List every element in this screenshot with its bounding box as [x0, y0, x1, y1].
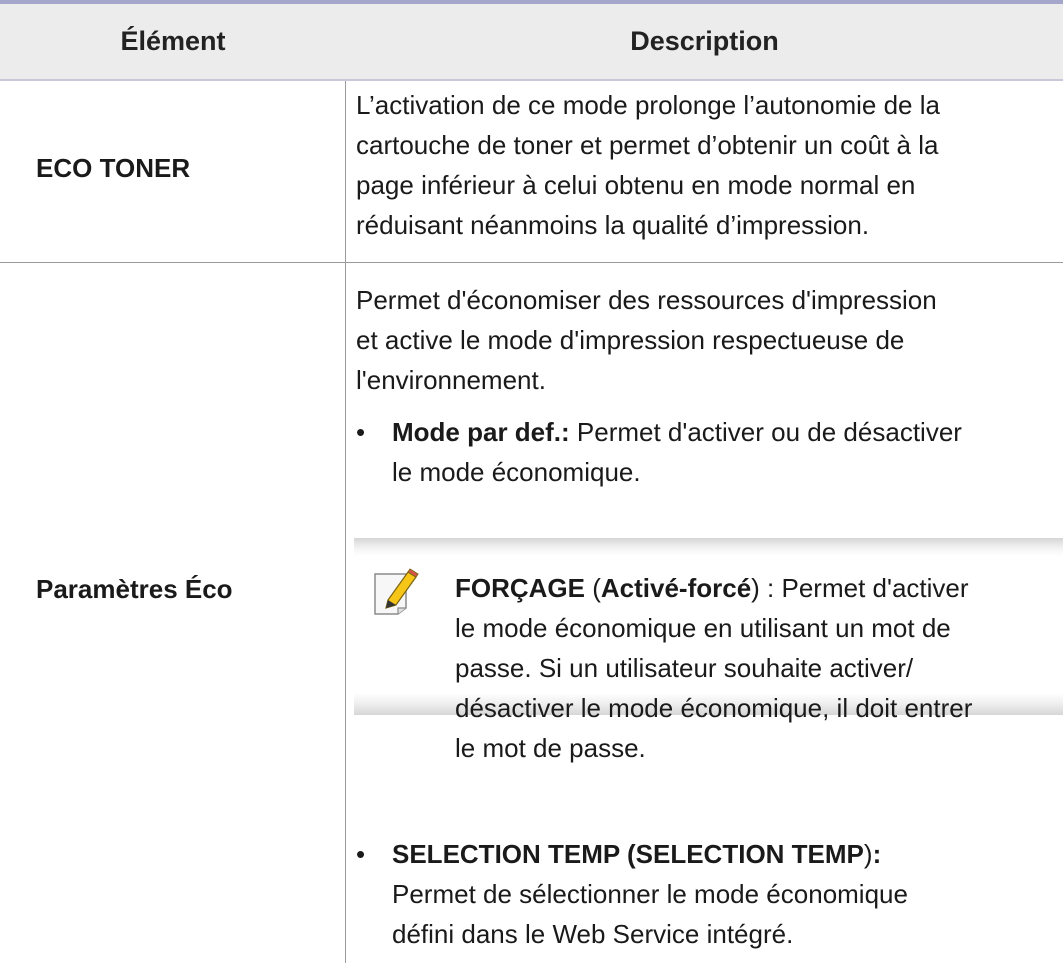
header-element: Élément: [120, 26, 226, 56]
bullet-marker: •: [356, 839, 366, 869]
note-text: FORÇAGE (Activé-forcé) : Permet d'active…: [455, 568, 1060, 768]
description-line: l'environnement.: [356, 365, 546, 395]
note-text-fragment: (: [585, 573, 601, 603]
row-eco-toner-label: ECO TONER: [36, 153, 191, 183]
row-eco-settings-intro: Permet d'économiser des ressources d'imp…: [356, 280, 1046, 400]
table-header: Élément Description: [0, 4, 1063, 79]
bullet-text: SELECTION TEMP (SELECTION TEMP): Permet …: [392, 834, 1056, 954]
description-line: et active le mode d'impression respectue…: [356, 325, 905, 355]
bullet-text-line: le mode économique.: [392, 457, 641, 487]
bullet-colon: :: [872, 839, 882, 869]
note-bold-active-force: Activé-forcé: [600, 573, 752, 603]
bullet-text-line: Permet d'activer ou de désactiver: [569, 417, 962, 447]
bullet-mode-par-def: • Mode par def.: Permet d'activer ou de …: [356, 412, 1056, 492]
column-divider: [345, 81, 346, 963]
note-line: le mot de passe.: [455, 733, 646, 763]
header-rule: [0, 79, 1063, 81]
note-bold-forcage: FORÇAGE: [455, 573, 585, 603]
note-line: le mode économique en utilisant un mot d…: [455, 613, 951, 643]
row-eco-settings-label: Paramètres Éco: [36, 574, 233, 604]
note-pencil-icon: [374, 568, 419, 615]
bullet-bold-term: SELECTION TEMP (SELECTION TEMP: [392, 839, 864, 869]
description-line: cartouche de toner et permet d’obtenir u…: [356, 130, 939, 160]
row-eco-toner-description: L’activation de ce mode prolonge l’auton…: [356, 85, 1046, 245]
description-line: page inférieur à celui obtenu en mode no…: [356, 170, 916, 200]
bullet-marker: •: [356, 417, 366, 447]
bullet-selection-temp: • SELECTION TEMP (SELECTION TEMP): Perme…: [356, 834, 1056, 954]
bullet-bold-term: Mode par def.:: [392, 417, 570, 447]
row-rule: [0, 262, 1063, 263]
header-description: Description: [630, 26, 779, 56]
bullet-text-line: Permet de sélectionner le mode économiqu…: [392, 879, 908, 909]
note-text-fragment: ) : Permet d'activer: [751, 573, 969, 603]
note-line: passe. Si un utilisateur souhaite active…: [455, 653, 914, 683]
description-line: réduisant néanmoins la qualité d’impress…: [356, 210, 870, 240]
bullet-text: Mode par def.: Permet d'activer ou de dé…: [392, 412, 1056, 492]
bullet-text-line: défini dans le Web Service intégré.: [392, 919, 794, 949]
description-line: Permet d'économiser des ressources d'imp…: [356, 285, 937, 315]
description-line: L’activation de ce mode prolonge l’auton…: [356, 90, 940, 120]
bullet-text-fragment: ): [863, 839, 873, 869]
note-line: désactiver le mode économique, il doit e…: [455, 693, 973, 723]
